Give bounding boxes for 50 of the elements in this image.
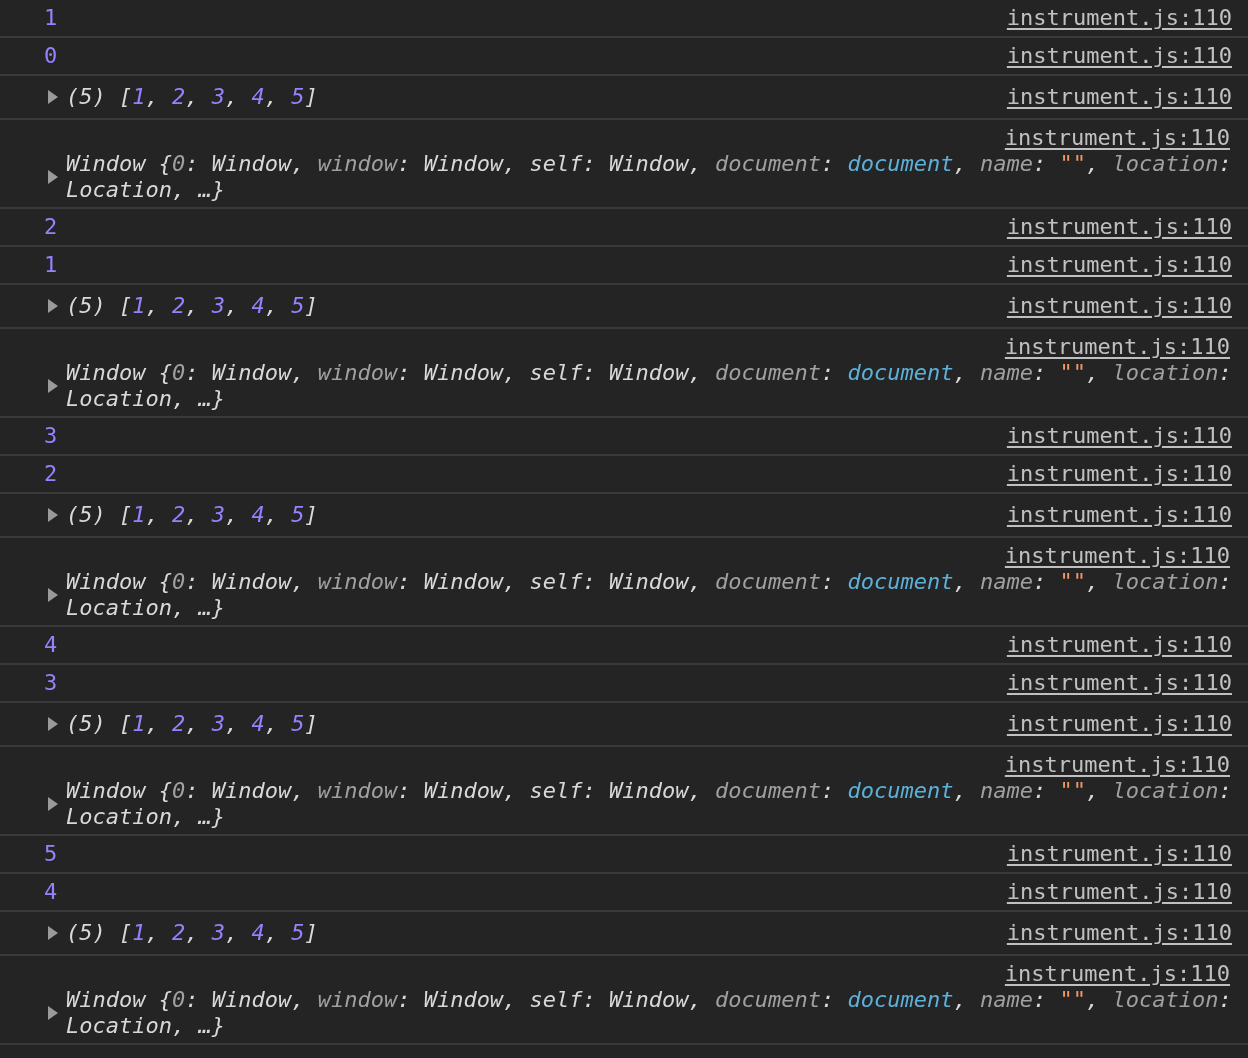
- source-link[interactable]: instrument.js:110: [1006, 502, 1232, 528]
- number-value: 4: [44, 879, 58, 905]
- source-link[interactable]: instrument.js:110: [1006, 252, 1232, 278]
- number-value: 3: [44, 423, 58, 449]
- number-value: 1: [44, 252, 58, 278]
- expand-triangle-icon[interactable]: [47, 588, 59, 602]
- source-link[interactable]: instrument.js:110: [1006, 214, 1232, 240]
- expand-triangle-icon[interactable]: [47, 90, 59, 104]
- object-preview[interactable]: Window {0: Window, window: Window, self: Window, document: document, name: "", location: Location, …}: [66, 987, 1232, 1039]
- source-link[interactable]: instrument.js:110: [1006, 711, 1232, 737]
- source-link[interactable]: instrument.js:110: [1006, 84, 1232, 110]
- source-link[interactable]: instrument.js:110: [1004, 334, 1230, 360]
- number-value: 0: [44, 43, 58, 69]
- object-preview[interactable]: Window {0: Window, window: Window, self: Window, document: document, name: "", location: Location, …}: [66, 360, 1232, 412]
- expand-triangle-icon[interactable]: [47, 926, 59, 940]
- source-link[interactable]: instrument.js:110: [1006, 670, 1232, 696]
- source-link[interactable]: instrument.js:110: [1006, 293, 1232, 319]
- number-value: 2: [44, 214, 58, 240]
- source-link[interactable]: instrument.js:110: [1004, 752, 1230, 778]
- number-value: 1: [44, 5, 58, 31]
- object-preview[interactable]: Window {0: Window, window: Window, self: Window, document: document, name: "", location: Location, …}: [66, 569, 1232, 621]
- expand-triangle-icon[interactable]: [47, 379, 59, 393]
- source-link[interactable]: instrument.js:110: [1006, 423, 1232, 449]
- array-preview[interactable]: (5) [1, 2, 3, 4, 5]: [66, 920, 318, 946]
- expand-triangle-icon[interactable]: [47, 797, 59, 811]
- number-value: 4: [44, 632, 58, 658]
- expand-triangle-icon[interactable]: [47, 1006, 59, 1020]
- array-preview[interactable]: (5) [1, 2, 3, 4, 5]: [66, 711, 318, 737]
- expand-triangle-icon[interactable]: [47, 299, 59, 313]
- source-link[interactable]: instrument.js:110: [1006, 43, 1232, 69]
- source-link[interactable]: instrument.js:110: [1006, 841, 1232, 867]
- number-value: 2: [44, 461, 58, 487]
- number-value: 5: [44, 841, 58, 867]
- source-link[interactable]: instrument.js:110: [1004, 961, 1230, 987]
- source-link[interactable]: instrument.js:110: [1004, 543, 1230, 569]
- object-preview[interactable]: Window {0: Window, window: Window, self: Window, document: document, name: "", location: Location, …}: [66, 778, 1232, 830]
- expand-triangle-icon[interactable]: [47, 508, 59, 522]
- expand-triangle-icon[interactable]: [47, 170, 59, 184]
- source-link[interactable]: instrument.js:110: [1006, 461, 1232, 487]
- array-preview[interactable]: (5) [1, 2, 3, 4, 5]: [66, 502, 318, 528]
- source-link[interactable]: instrument.js:110: [1006, 879, 1232, 905]
- source-link[interactable]: instrument.js:110: [1006, 5, 1232, 31]
- number-value: 3: [44, 670, 58, 696]
- array-preview[interactable]: (5) [1, 2, 3, 4, 5]: [66, 293, 318, 319]
- source-link[interactable]: instrument.js:110: [1006, 632, 1232, 658]
- source-link[interactable]: instrument.js:110: [1006, 920, 1232, 946]
- expand-triangle-icon[interactable]: [47, 717, 59, 731]
- source-link[interactable]: instrument.js:110: [1004, 125, 1230, 151]
- array-preview[interactable]: (5) [1, 2, 3, 4, 5]: [66, 84, 318, 110]
- object-preview[interactable]: Window {0: Window, window: Window, self: Window, document: document, name: "", location: Location, …}: [66, 151, 1232, 203]
